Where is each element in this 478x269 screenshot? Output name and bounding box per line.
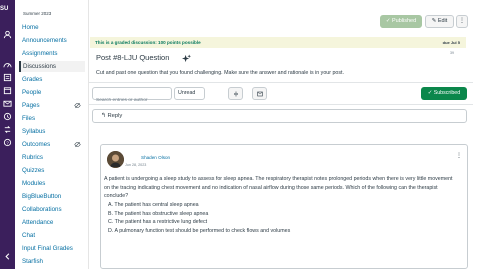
history-icon[interactable]	[3, 112, 12, 121]
course-nav-discussions[interactable]: Discussions	[19, 61, 85, 72]
inbox-icon[interactable]	[3, 99, 12, 108]
mark-all-read-button[interactable]	[252, 87, 267, 100]
discussion-prompt: Cut and past one question that you found…	[96, 70, 344, 76]
course-nav-attendance[interactable]: Attendance	[19, 217, 85, 228]
entry-question-text: A patient is undergoing a sleep study to…	[104, 176, 453, 199]
course-nav-outcomes[interactable]: Outcomes	[19, 139, 85, 150]
course-nav-assignments[interactable]: Assignments	[19, 48, 85, 59]
course-nav-rubrics[interactable]: Rubrics	[19, 152, 85, 163]
divider	[89, 82, 473, 83]
discussion-entry: Shaden Olson Jun 28, 2023 ⋮ A patient is…	[100, 144, 468, 269]
page-title: Post #8-LJU Question	[96, 53, 170, 62]
subscribed-button[interactable]: ✓ Subscribed	[421, 87, 467, 100]
collapse-icon[interactable]	[3, 252, 12, 261]
subscribed-label: Subscribed	[433, 90, 461, 96]
published-button[interactable]: ✓ Published	[380, 15, 422, 28]
list-item: B. The patient has obstructive sleep apn…	[108, 210, 209, 217]
entry-count: 39	[450, 51, 454, 55]
edit-label: Edit	[437, 18, 448, 24]
answer-choices: A. The patient has central sleep apnea B…	[108, 201, 290, 235]
published-label: Published	[391, 18, 417, 24]
institution-logo[interactable]: SU	[0, 6, 15, 12]
due-date-text: due Jul 5	[442, 40, 460, 45]
course-nav-announcements[interactable]: Announcements	[19, 35, 85, 46]
svg-text:?: ?	[6, 140, 9, 145]
list-item: C. The patient has a restrictive lung de…	[108, 219, 208, 225]
global-navigation: SU ?	[0, 0, 15, 269]
course-nav-home[interactable]: Home	[19, 22, 85, 33]
author-name[interactable]: Shaden Olson	[141, 155, 170, 160]
calendar-icon[interactable]	[3, 86, 12, 95]
course-nav-pages[interactable]: Pages	[19, 100, 85, 111]
course-navigation: Summer 2023 Home Announcements Assignmen…	[15, 0, 89, 269]
course-nav-starfish[interactable]: Starfish	[19, 256, 85, 267]
list-item: D. A pulmonary function test should be p…	[108, 227, 291, 234]
reply-label: Reply	[107, 113, 123, 119]
graded-points-text: This is a graded discussion: 100 points …	[95, 40, 201, 45]
course-nav-people[interactable]: People	[19, 87, 85, 98]
course-nav-bigbluebutton[interactable]: BigBlueButton	[19, 191, 85, 202]
discussion-toolbar: ✓ Published ✎ Edit ⋮	[89, 0, 473, 36]
course-nav-collaborations[interactable]: Collaborations	[19, 204, 85, 215]
account-icon[interactable]	[3, 30, 12, 39]
collapse-replies-button[interactable]	[228, 87, 243, 100]
entry-timestamp: Jun 28, 2023	[125, 163, 147, 167]
course-term: Summer 2023	[23, 11, 52, 16]
courses-icon[interactable]	[3, 73, 12, 82]
course-nav-modules[interactable]: Modules	[19, 178, 85, 189]
course-nav-grades[interactable]: Grades	[19, 74, 85, 85]
hidden-eye-icon	[74, 102, 81, 109]
reply-button[interactable]: ↰ Reply	[92, 109, 467, 123]
ai-sparkle-icon[interactable]	[182, 54, 191, 63]
avatar[interactable]	[107, 151, 124, 168]
hidden-eye-icon	[74, 141, 81, 148]
commons-icon[interactable]	[3, 125, 12, 134]
dashboard-icon[interactable]	[3, 60, 12, 69]
course-nav-outcomes-label: Outcomes	[22, 141, 51, 148]
discussion-options-button[interactable]: ⋮	[456, 15, 468, 28]
search-field[interactable]	[92, 87, 172, 106]
course-nav-quizzes[interactable]: Quizzes	[19, 165, 85, 176]
unread-filter-select[interactable]: Unread	[174, 87, 205, 100]
course-nav-pages-label: Pages	[22, 102, 40, 109]
course-nav-chat[interactable]: Chat	[19, 230, 85, 241]
course-nav-files[interactable]: Files	[19, 113, 85, 124]
course-nav-input-final-grades[interactable]: Input Final Grades	[19, 243, 85, 254]
entry-options-button[interactable]: ⋮	[456, 152, 462, 159]
graded-banner: This is a graded discussion: 100 points …	[90, 37, 466, 48]
course-nav-syllabus[interactable]: Syllabus	[19, 126, 85, 137]
discussion-main: ✓ Published ✎ Edit ⋮ This is a graded di…	[89, 0, 478, 269]
help-icon[interactable]: ?	[3, 138, 12, 147]
list-item: A. The patient has central sleep apnea	[108, 202, 199, 208]
unread-label: Unread	[178, 90, 196, 96]
read-icon	[257, 91, 263, 97]
divider	[89, 104, 473, 105]
edit-button[interactable]: ✎ Edit	[425, 15, 454, 28]
collapse-arrows-icon	[234, 91, 238, 97]
